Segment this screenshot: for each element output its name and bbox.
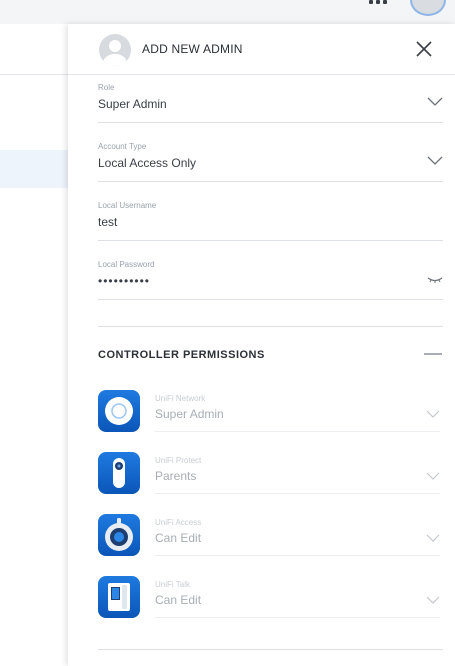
- unifi-protect-icon: [98, 452, 140, 494]
- role-label: Role: [98, 83, 115, 92]
- role-select[interactable]: Role Super Admin: [98, 83, 443, 123]
- section-divider: [98, 326, 443, 327]
- username-label: Local Username: [98, 201, 157, 210]
- account-type-label: Account Type: [98, 142, 147, 151]
- background-selected-row[interactable]: [0, 150, 68, 188]
- admin-avatar-icon: [99, 34, 131, 66]
- account-type-value: Local Access Only: [98, 156, 197, 170]
- talk-role-select[interactable]: UniFi Talk Can Edit: [155, 580, 440, 618]
- account-type-select[interactable]: Account Type Local Access Only: [98, 142, 443, 182]
- unifi-network-icon: [98, 390, 140, 432]
- show-password-icon[interactable]: [427, 276, 443, 284]
- permission-row-protect: UniFi Protect Parents: [98, 452, 443, 498]
- background-panel: [0, 24, 68, 666]
- network-role-select[interactable]: UniFi Network Super Admin: [155, 394, 440, 432]
- collapse-icon[interactable]: [424, 353, 442, 355]
- chevron-down-icon[interactable]: [427, 156, 443, 166]
- chevron-down-icon[interactable]: [426, 596, 440, 605]
- role-value: Super Admin: [98, 97, 167, 111]
- apps-grid-icon[interactable]: [369, 0, 391, 9]
- unifi-talk-icon: [98, 576, 140, 618]
- username-value[interactable]: test: [98, 215, 117, 229]
- permission-row-talk: UniFi Talk Can Edit: [98, 576, 443, 622]
- network-role-value: Super Admin: [155, 407, 224, 421]
- chevron-down-icon[interactable]: [426, 410, 440, 419]
- bottom-divider: [98, 649, 443, 650]
- access-role-value: Can Edit: [155, 531, 202, 545]
- access-role-select[interactable]: UniFi Access Can Edit: [155, 518, 440, 556]
- talk-role-value: Can Edit: [155, 593, 202, 607]
- permission-row-network: UniFi Network Super Admin: [98, 390, 443, 436]
- background-divider: [0, 74, 68, 75]
- password-field[interactable]: Local Password ••••••••••: [98, 260, 443, 300]
- talk-app-label: UniFi Talk: [155, 580, 190, 589]
- protect-app-label: UniFi Protect: [155, 456, 202, 465]
- chevron-down-icon[interactable]: [426, 534, 440, 543]
- protect-role-value: Parents: [155, 469, 197, 483]
- add-admin-drawer: ADD NEW ADMIN Role Super Admin Account T…: [68, 24, 455, 666]
- access-app-label: UniFi Access: [155, 518, 202, 527]
- username-field[interactable]: Local Username test: [98, 201, 443, 241]
- drawer-title: ADD NEW ADMIN: [142, 42, 243, 56]
- permissions-title: CONTROLLER PERMISSIONS: [98, 349, 265, 361]
- password-value[interactable]: ••••••••••: [98, 274, 150, 288]
- protect-role-select[interactable]: UniFi Protect Parents: [155, 456, 440, 494]
- close-icon[interactable]: [415, 40, 433, 58]
- chevron-down-icon[interactable]: [427, 97, 443, 107]
- network-app-label: UniFi Network: [155, 394, 206, 403]
- permission-row-access: UniFi Access Can Edit: [98, 514, 443, 560]
- drawer-header: ADD NEW ADMIN: [68, 24, 455, 75]
- password-label: Local Password: [98, 260, 155, 269]
- chevron-down-icon[interactable]: [426, 472, 440, 481]
- unifi-access-icon: [98, 514, 140, 556]
